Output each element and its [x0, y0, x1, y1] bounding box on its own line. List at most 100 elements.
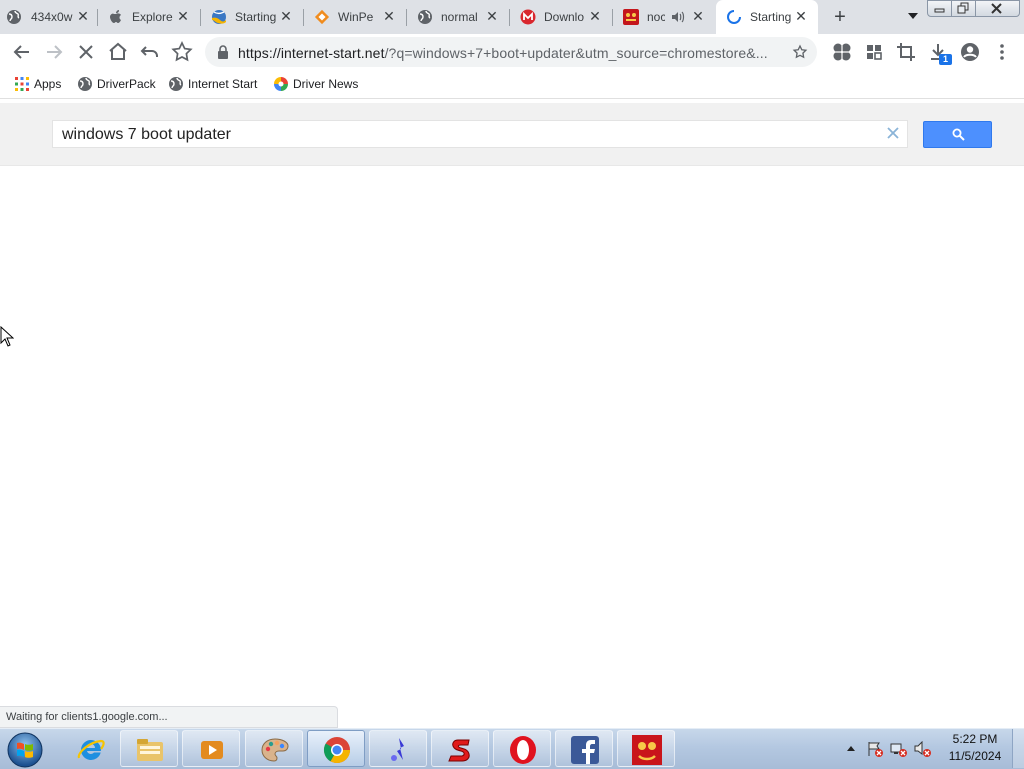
- tab-title: Downlo: [544, 10, 585, 24]
- taskbar-paint[interactable]: [245, 730, 303, 767]
- globe-icon: [78, 77, 92, 91]
- audio-playing-icon[interactable]: [671, 10, 685, 24]
- taskbar-chrome[interactable]: [307, 730, 365, 767]
- download-count-badge: 1: [939, 54, 952, 65]
- close-tab-icon[interactable]: ✕: [484, 8, 500, 24]
- taskbar-opera[interactable]: [493, 730, 551, 767]
- home-icon[interactable]: [106, 40, 130, 64]
- tab-7[interactable]: noc ✕: [613, 0, 716, 34]
- bookmarks-bar: Apps DriverPack Internet Start Driver Ne…: [0, 70, 1024, 99]
- search-box[interactable]: [52, 120, 908, 148]
- volume-muted-icon[interactable]: [914, 741, 932, 757]
- network-disconnected-icon[interactable]: [890, 741, 908, 757]
- minimize-icon: [934, 8, 945, 13]
- tab-title: normal: [441, 10, 478, 24]
- lock-icon[interactable]: [217, 45, 229, 59]
- tab-3[interactable]: Starting ✕: [201, 0, 304, 34]
- internet-explorer-icon: [77, 739, 105, 760]
- taskbar-clock[interactable]: 5:22 PM 11/5/2024: [940, 731, 1010, 765]
- tab-title: WinPe: [338, 10, 374, 24]
- menu-kebab-icon[interactable]: [990, 40, 1014, 64]
- bookmark-star-icon[interactable]: [170, 40, 194, 64]
- taskbar-red-s-app[interactable]: [431, 730, 489, 767]
- close-tab-icon[interactable]: ✕: [75, 8, 91, 24]
- close-tab-icon[interactable]: ✕: [793, 8, 809, 24]
- tab-title: Starting: [235, 10, 277, 24]
- url-text[interactable]: https://internet-start.net/?q=windows+7+…: [238, 45, 768, 61]
- stop-loading-icon[interactable]: [74, 40, 98, 64]
- close-tab-icon[interactable]: ✕: [278, 8, 294, 24]
- bookmark-page-star-icon[interactable]: [792, 44, 808, 60]
- tab-2[interactable]: Explore ✕: [98, 0, 201, 34]
- close-tab-icon[interactable]: ✕: [587, 8, 603, 24]
- restore-icon: [957, 2, 969, 14]
- clock-date: 11/5/2024: [948, 749, 1002, 763]
- forward-icon[interactable]: [42, 40, 66, 64]
- close-icon: [991, 3, 1002, 14]
- clock-time: 5:22 PM: [952, 732, 998, 746]
- taskbar-file-explorer[interactable]: [120, 730, 178, 767]
- crop-icon[interactable]: [894, 40, 918, 64]
- close-tab-icon[interactable]: ✕: [690, 8, 706, 24]
- bookmark-label: Driver News: [293, 77, 359, 91]
- tab-search-icon[interactable]: [908, 13, 918, 19]
- globe-icon: [169, 77, 183, 91]
- bookmark-label: Internet Start: [188, 77, 258, 91]
- tab-4[interactable]: WinPe ✕: [304, 0, 407, 34]
- media-player-icon: [201, 741, 223, 759]
- driver-news-icon: [274, 77, 288, 91]
- clear-search-icon[interactable]: [884, 124, 902, 142]
- extension-grid-icon[interactable]: [862, 40, 886, 64]
- mega-icon: [520, 9, 536, 25]
- browser-toolbar: https://internet-start.net/?q=windows+7+…: [0, 34, 1024, 70]
- start-button-icon[interactable]: [6, 731, 44, 769]
- apps-grid-icon: [15, 77, 29, 91]
- status-text: Waiting for clients1.google.com...: [6, 711, 168, 723]
- url-path: /?q=windows+7+boot+updater&utm_source=ch…: [384, 45, 768, 61]
- taskbar-network-tool[interactable]: [369, 730, 427, 767]
- tab-1[interactable]: 434x0w ✕: [0, 0, 98, 34]
- new-tab-button[interactable]: +: [831, 7, 849, 27]
- close-window-button[interactable]: [975, 0, 1020, 17]
- tab-8-active[interactable]: Starting ✕: [716, 0, 818, 34]
- taskbar-red-game-app[interactable]: [617, 730, 675, 767]
- loading-spinner-icon: [727, 10, 741, 24]
- folder-icon: [137, 739, 163, 761]
- apple-icon: [110, 10, 121, 23]
- internet-start-icon: [212, 10, 226, 24]
- extension-clover-icon[interactable]: [830, 40, 854, 64]
- back-icon[interactable]: [10, 40, 34, 64]
- chrome-icon: [323, 737, 351, 764]
- windows-taskbar: [0, 728, 1024, 769]
- restore-button[interactable]: [951, 0, 976, 17]
- status-bubble: Waiting for clients1.google.com...: [0, 706, 338, 728]
- profile-avatar-icon[interactable]: [958, 40, 982, 64]
- address-bar[interactable]: https://internet-start.net/?q=windows+7+…: [205, 37, 817, 67]
- minimize-button[interactable]: [927, 0, 952, 17]
- show-hidden-icons-icon[interactable]: [847, 746, 855, 751]
- mouse-cursor-icon: [0, 326, 14, 347]
- taskbar-facebook[interactable]: [555, 730, 613, 767]
- red-app-icon: [623, 9, 639, 25]
- tab-5[interactable]: normal ✕: [407, 0, 510, 34]
- close-tab-icon[interactable]: ✕: [381, 8, 397, 24]
- tab-title: noc: [647, 10, 665, 24]
- tab-title: Starting: [750, 10, 792, 24]
- search-header: [0, 103, 1024, 166]
- taskbar-internet-explorer[interactable]: [61, 730, 119, 767]
- paint-palette-icon: [261, 738, 289, 762]
- tab-6[interactable]: Downlo ✕: [510, 0, 613, 34]
- red-game-app-icon: [632, 735, 662, 765]
- close-tab-icon[interactable]: ✕: [175, 8, 191, 24]
- red-s-app-icon: [448, 739, 470, 762]
- undo-icon[interactable]: [138, 40, 162, 64]
- show-desktop-button[interactable]: [1012, 729, 1024, 768]
- search-button[interactable]: [923, 121, 992, 148]
- search-input[interactable]: [62, 125, 862, 145]
- taskbar-media-player[interactable]: [182, 730, 240, 767]
- action-center-flag-icon[interactable]: [866, 741, 884, 757]
- tab-title: Explore: [132, 10, 173, 24]
- url-host: https://internet-start.net: [238, 45, 385, 61]
- network-tool-icon: [391, 738, 404, 761]
- opera-icon: [510, 736, 536, 764]
